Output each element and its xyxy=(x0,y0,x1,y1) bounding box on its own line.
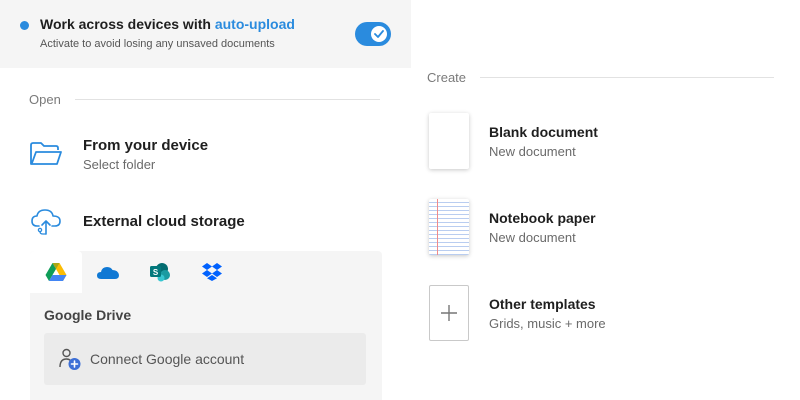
create-divider xyxy=(480,77,775,78)
blank-document-title: Blank document xyxy=(489,123,598,140)
blank-page-thumbnail xyxy=(429,113,469,169)
create-section-header: Create xyxy=(427,70,775,85)
sharepoint-icon: S xyxy=(150,263,170,282)
provider-label: Google Drive xyxy=(44,307,132,323)
page: Work across devices with auto-upload Act… xyxy=(0,0,800,400)
connect-google-account-button[interactable]: Connect Google account xyxy=(44,333,366,385)
external-cloud-option[interactable]: External cloud storage xyxy=(28,203,245,239)
ruled-page-thumbnail xyxy=(429,199,469,255)
from-device-subtitle: Select folder xyxy=(83,156,156,172)
open-heading: Open xyxy=(29,92,61,107)
notebook-paper-subtitle: New document xyxy=(489,229,576,245)
tab-onedrive[interactable] xyxy=(82,251,134,293)
tab-google-drive[interactable] xyxy=(30,251,82,293)
tab-sharepoint[interactable]: S xyxy=(134,251,186,293)
banner-subtitle: Activate to avoid losing any unsaved doc… xyxy=(40,38,275,50)
blank-document-texts: Blank document New document xyxy=(489,124,598,159)
banner-title-prefix: Work across devices with xyxy=(40,16,215,32)
from-device-title: From your device xyxy=(83,136,209,154)
open-panel: Work across devices with auto-upload Act… xyxy=(0,0,411,400)
add-account-icon xyxy=(59,348,81,370)
plus-icon xyxy=(441,305,457,321)
dropbox-icon xyxy=(202,263,222,281)
from-device-option[interactable]: From your device Select folder xyxy=(28,136,208,172)
other-templates-title: Other templates xyxy=(489,295,596,312)
notebook-paper-option[interactable]: Notebook paper New document xyxy=(429,199,596,255)
cloud-provider-tabs: S xyxy=(30,251,238,293)
check-icon xyxy=(374,30,384,38)
cloud-storage-panel: S Google Drive Connect Google account xyxy=(30,251,382,400)
status-dot-icon xyxy=(20,21,29,30)
blank-document-subtitle: New document xyxy=(489,143,576,159)
onedrive-icon xyxy=(97,267,119,279)
create-heading: Create xyxy=(427,70,467,85)
banner-title-accent: auto-upload xyxy=(214,16,295,32)
other-templates-subtitle: Grids, music + more xyxy=(489,315,606,331)
auto-upload-banner: Work across devices with auto-upload Act… xyxy=(0,0,411,68)
external-cloud-texts: External cloud storage xyxy=(83,213,245,230)
notebook-paper-texts: Notebook paper New document xyxy=(489,210,596,245)
external-cloud-title: External cloud storage xyxy=(83,212,245,230)
open-divider xyxy=(74,99,380,100)
other-templates-thumbnail xyxy=(429,285,469,341)
blank-document-option[interactable]: Blank document New document xyxy=(429,113,598,169)
ruled-page-margin xyxy=(437,199,438,255)
notebook-paper-title: Notebook paper xyxy=(489,209,596,226)
auto-upload-toggle[interactable] xyxy=(355,22,391,46)
open-section-header: Open xyxy=(29,92,380,107)
cloud-upload-icon xyxy=(28,203,64,239)
svg-text:S: S xyxy=(153,268,159,277)
folder-open-icon xyxy=(28,136,64,172)
google-drive-icon xyxy=(45,263,67,281)
other-templates-option[interactable]: Other templates Grids, music + more xyxy=(429,285,606,341)
banner-title: Work across devices with auto-upload xyxy=(40,16,295,32)
connect-google-account-label: Connect Google account xyxy=(90,351,245,367)
google-drive-panel: Google Drive Connect Google account xyxy=(30,293,382,400)
from-device-texts: From your device Select folder xyxy=(83,137,208,172)
toggle-knob xyxy=(371,26,387,42)
other-templates-texts: Other templates Grids, music + more xyxy=(489,296,606,331)
tab-dropbox[interactable] xyxy=(186,251,238,293)
